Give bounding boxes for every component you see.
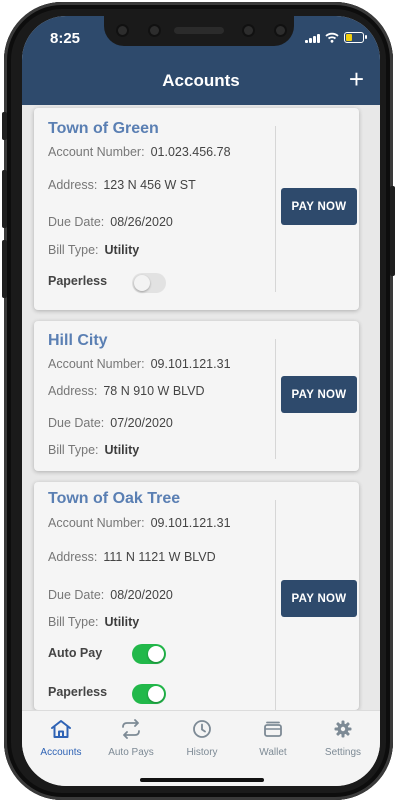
due-date-label: Due Date: <box>48 588 105 602</box>
tab-history[interactable]: History <box>166 719 238 758</box>
bill-type-row: Bill Type: Utility <box>48 243 139 257</box>
address-label: Address: <box>48 178 98 192</box>
volume-up-button <box>2 170 7 228</box>
toggle-knob <box>148 646 164 662</box>
sensor-icon <box>150 26 159 35</box>
home-indicator[interactable] <box>140 778 264 782</box>
app-screen: 8:25 Accounts + Town of Green Account Nu… <box>22 16 380 786</box>
due-date-row: Due Date: 08/26/2020 <box>48 215 173 229</box>
wallet-icon <box>264 721 282 737</box>
tab-auto-pays[interactable]: Auto Pays <box>95 719 167 758</box>
account-number-row: Account Number: 01.023.456.78 <box>48 145 231 159</box>
address-label: Address: <box>48 550 98 564</box>
due-date-label: Due Date: <box>48 416 105 430</box>
account-name[interactable]: Town of Oak Tree <box>48 490 180 508</box>
bill-type-label: Bill Type: <box>48 443 99 457</box>
card-divider <box>275 126 276 292</box>
account-number-value: 01.023.456.78 <box>150 145 231 159</box>
page-title: Accounts <box>162 71 240 90</box>
toggle-knob <box>148 686 164 702</box>
account-number-row: Account Number: 09.101.121.31 <box>48 516 231 530</box>
pay-now-button[interactable]: PAY NOW <box>281 580 357 617</box>
auto-pay-label: Auto Pay <box>48 646 103 660</box>
account-number-row: Account Number: 09.101.121.31 <box>48 357 231 371</box>
address-value: 78 N 910 W BLVD <box>103 384 205 398</box>
address-value: 123 N 456 W ST <box>103 178 196 192</box>
due-date-value: 08/26/2020 <box>110 215 173 229</box>
paperless-toggle[interactable] <box>132 273 166 293</box>
wifi-icon <box>325 32 339 43</box>
gear-icon <box>334 720 352 738</box>
auto-pay-toggle[interactable] <box>132 644 166 664</box>
due-date-label: Due Date: <box>48 215 105 229</box>
bill-type-value: Utility <box>104 615 140 629</box>
account-number-value: 09.101.121.31 <box>150 516 231 530</box>
tab-label: Wallet <box>259 747 287 758</box>
account-card: Hill City Account Number: 09.101.121.31 A… <box>34 321 359 471</box>
paperless-toggle[interactable] <box>132 684 166 704</box>
earpiece-speaker <box>174 27 224 34</box>
account-card: Town of Green Account Number: 01.023.456.… <box>34 108 359 310</box>
bill-type-row: Bill Type: Utility <box>48 443 139 457</box>
signal-icon <box>305 33 320 43</box>
tab-accounts[interactable]: Accounts <box>25 719 97 758</box>
address-row: Address: 111 N 1121 W BLVD <box>48 550 216 564</box>
account-number-label: Account Number: <box>48 145 145 159</box>
address-row: Address: 78 N 910 W BLVD <box>48 384 205 398</box>
power-button <box>390 186 395 276</box>
add-account-button[interactable]: + <box>349 66 364 92</box>
bill-type-row: Bill Type: Utility <box>48 615 139 629</box>
address-value: 111 N 1121 W BLVD <box>103 550 216 564</box>
repeat-icon <box>122 719 140 739</box>
sensor-icon <box>244 26 253 35</box>
camera-notch <box>104 16 294 46</box>
camera-icon <box>276 26 285 35</box>
account-number-label: Account Number: <box>48 357 145 371</box>
tab-label: Accounts <box>40 747 82 758</box>
camera-icon <box>118 26 127 35</box>
tab-label: Auto Pays <box>108 747 154 758</box>
due-date-value: 07/20/2020 <box>110 416 173 430</box>
paperless-label: Paperless <box>48 685 108 699</box>
status-time: 8:25 <box>50 30 81 47</box>
battery-icon <box>344 32 367 43</box>
bill-type-value: Utility <box>104 243 140 257</box>
app-header: 8:25 Accounts + <box>22 16 380 105</box>
paperless-label: Paperless <box>48 274 108 288</box>
address-label: Address: <box>48 384 98 398</box>
due-date-row: Due Date: 07/20/2020 <box>48 416 173 430</box>
pay-now-button[interactable]: PAY NOW <box>281 376 357 413</box>
clock-icon <box>193 720 211 738</box>
address-row: Address: 123 N 456 W ST <box>48 178 196 192</box>
account-number-label: Account Number: <box>48 516 145 530</box>
tab-settings[interactable]: Settings <box>307 719 379 758</box>
mute-switch <box>2 112 7 140</box>
tab-wallet[interactable]: Wallet <box>237 719 309 758</box>
home-icon <box>51 720 71 738</box>
battery-level <box>346 34 352 41</box>
toggle-knob <box>134 275 150 291</box>
due-date-value: 08/20/2020 <box>110 588 173 602</box>
volume-down-button <box>2 240 7 298</box>
bill-type-label: Bill Type: <box>48 243 99 257</box>
account-number-value: 09.101.121.31 <box>150 357 231 371</box>
card-divider <box>275 500 276 710</box>
account-name[interactable]: Town of Green <box>48 120 159 138</box>
due-date-row: Due Date: 08/20/2020 <box>48 588 173 602</box>
bottom-tab-bar: Accounts Auto Pays History Wallet Settin… <box>22 710 380 786</box>
card-divider <box>275 339 276 459</box>
account-name[interactable]: Hill City <box>48 332 108 350</box>
bill-type-label: Bill Type: <box>48 615 99 629</box>
pay-now-button[interactable]: PAY NOW <box>281 188 357 225</box>
account-card: Town of Oak Tree Account Number: 09.101.1… <box>34 482 359 710</box>
status-icons <box>305 32 367 43</box>
tab-label: Settings <box>324 747 362 758</box>
tab-label: History <box>186 747 218 758</box>
bill-type-value: Utility <box>104 443 140 457</box>
